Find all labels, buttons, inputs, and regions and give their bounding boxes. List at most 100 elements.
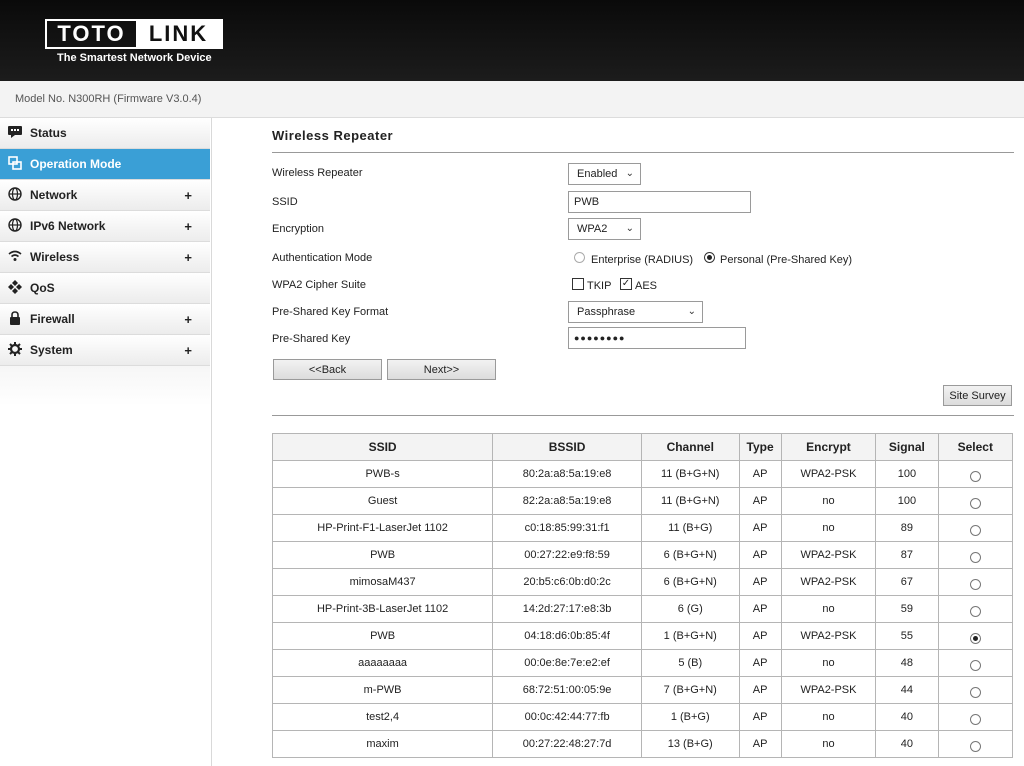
sidebar-item-label: Wireless <box>30 250 80 264</box>
model-number: Model No. N300RH (Firmware V3.0.4) <box>15 93 202 105</box>
cell-channel: 11 (B+G+N) <box>640 460 740 488</box>
repeater-label: Wireless Repeater <box>272 167 363 179</box>
cell-select <box>937 568 1014 596</box>
column-header-bssid: BSSID <box>492 433 642 461</box>
table-row: PWB 04:18:d6:0b:85:4f 1 (B+G+N) AP WPA2-PSK 5… <box>271 622 1014 650</box>
cell-type: AP <box>738 514 782 542</box>
select-network-radio[interactable] <box>969 497 981 509</box>
back-button[interactable]: <<Back <box>273 359 382 380</box>
cell-encrypt: no <box>780 649 877 677</box>
select-network-radio[interactable] <box>969 470 981 482</box>
sidebar-item-wireless[interactable]: Wireless + <box>0 242 210 273</box>
auth-mode-label: Authentication Mode <box>272 252 373 264</box>
select-network-radio[interactable] <box>969 740 981 752</box>
expand-icon: + <box>184 312 192 327</box>
cell-select <box>937 730 1014 758</box>
repeater-select[interactable]: Enabled ⌄ <box>568 163 641 185</box>
sidebar-item-firewall[interactable]: Firewall + <box>0 304 210 335</box>
select-network-radio[interactable] <box>969 659 981 671</box>
cell-channel: 13 (B+G) <box>640 730 740 758</box>
ssid-input[interactable]: PWB <box>568 191 751 213</box>
select-network-radio[interactable] <box>969 578 981 590</box>
expand-icon: + <box>184 343 192 358</box>
column-header-select: Select <box>937 433 1014 461</box>
table-row: mimosaM437 20:b5:c6:0b:d0:2c 6 (B+G+N) AP WP… <box>271 568 1014 596</box>
cell-select <box>937 703 1014 731</box>
psk-label: Pre-Shared Key <box>272 333 351 345</box>
status-icon <box>0 126 30 140</box>
psk-format-select[interactable]: Passphrase ⌄ <box>568 301 703 323</box>
expand-icon: + <box>184 188 192 203</box>
cell-encrypt: no <box>780 730 877 758</box>
cell-select <box>937 622 1014 650</box>
cell-signal: 87 <box>875 541 939 569</box>
cell-signal: 48 <box>875 649 939 677</box>
cell-signal: 89 <box>875 514 939 542</box>
cell-channel: 6 (B+G+N) <box>640 541 740 569</box>
sidebar-item-operation-mode[interactable]: Operation Mode <box>0 149 210 180</box>
cell-type: AP <box>738 595 782 623</box>
header-bar: TOTO LINK The Smartest Network Device <box>0 0 1024 81</box>
cell-type: AP <box>738 487 782 515</box>
select-network-radio[interactable] <box>969 632 981 644</box>
next-button[interactable]: Next>> <box>387 359 496 380</box>
totolink-logo: TOTO LINK <box>45 19 223 49</box>
select-network-radio[interactable] <box>969 686 981 698</box>
cell-bssid: c0:18:85:99:31:f1 <box>492 514 642 542</box>
sidebar-item-qos[interactable]: QoS <box>0 273 210 304</box>
cell-type: AP <box>738 568 782 596</box>
table-row: HP-Print-F1-LaserJet 1102 c0:18:85:99:31:… <box>271 514 1014 542</box>
cell-encrypt: WPA2-PSK <box>780 568 877 596</box>
sidebar-item-system[interactable]: System + <box>0 335 210 366</box>
sidebar-item-label: Status <box>30 126 67 140</box>
cell-bssid: 00:27:22:e9:f8:59 <box>492 541 642 569</box>
psk-input[interactable]: ●●●●●●●● <box>568 327 746 349</box>
cell-bssid: 80:2a:a8:5a:19:e8 <box>492 460 642 488</box>
chevron-down-icon: ⌄ <box>687 306 696 317</box>
aes-checkbox[interactable]: ✓ <box>620 278 632 290</box>
cell-ssid: test2,4 <box>271 703 494 731</box>
table-row: HP-Print-3B-LaserJet 1102 14:2d:27:17:e8:… <box>271 595 1014 623</box>
column-header-encrypt: Encrypt <box>780 433 877 461</box>
cell-encrypt: no <box>780 514 877 542</box>
repeater-select-value: Enabled <box>577 168 618 180</box>
main-content: Wireless Repeater Wireless Repeater Enab… <box>212 118 1024 766</box>
column-header-ssid: SSID <box>271 433 494 461</box>
column-header-signal: Signal <box>875 433 939 461</box>
cell-type: AP <box>738 460 782 488</box>
sidebar-item-network[interactable]: Network + <box>0 180 210 211</box>
cell-bssid: 82:2a:a8:5a:19:e8 <box>492 487 642 515</box>
logo-right-text: LINK <box>136 21 221 47</box>
cell-channel: 1 (B+G+N) <box>640 622 740 650</box>
cell-encrypt: WPA2-PSK <box>780 541 877 569</box>
encryption-select[interactable]: WPA2 ⌄ <box>568 218 641 240</box>
cell-channel: 6 (G) <box>640 595 740 623</box>
sidebar-item-ipv6-network[interactable]: IPv6 Network + <box>0 211 210 242</box>
cell-select <box>937 541 1014 569</box>
psk-format-label: Pre-Shared Key Format <box>272 306 389 318</box>
chevron-down-icon: ⌄ <box>625 168 634 179</box>
cell-type: AP <box>738 676 782 704</box>
logo-tagline: The Smartest Network Device <box>57 52 212 64</box>
expand-icon: + <box>184 219 192 234</box>
select-network-radio[interactable] <box>969 524 981 536</box>
lock-icon <box>0 311 30 327</box>
aes-label: AES <box>635 280 658 292</box>
psk-format-select-value: Passphrase <box>577 306 636 318</box>
tkip-checkbox[interactable] <box>572 278 584 290</box>
cell-signal: 67 <box>875 568 939 596</box>
cell-ssid: PWB <box>271 622 494 650</box>
sidebar: Status Operation Mode Network + IPv6 Net… <box>0 118 212 766</box>
auth-enterprise-radio[interactable] <box>574 252 585 263</box>
auth-personal-radio[interactable] <box>704 252 715 263</box>
model-bar: Model No. N300RH (Firmware V3.0.4) <box>0 81 1024 118</box>
select-network-radio[interactable] <box>969 605 981 617</box>
sidebar-item-status[interactable]: Status <box>0 118 210 149</box>
cell-signal: 59 <box>875 595 939 623</box>
sidebar-item-label: QoS <box>30 281 55 295</box>
cell-encrypt: no <box>780 703 877 731</box>
select-network-radio[interactable] <box>969 551 981 563</box>
select-network-radio[interactable] <box>969 713 981 725</box>
site-survey-button[interactable]: Site Survey <box>943 385 1012 406</box>
cell-select <box>937 460 1014 488</box>
